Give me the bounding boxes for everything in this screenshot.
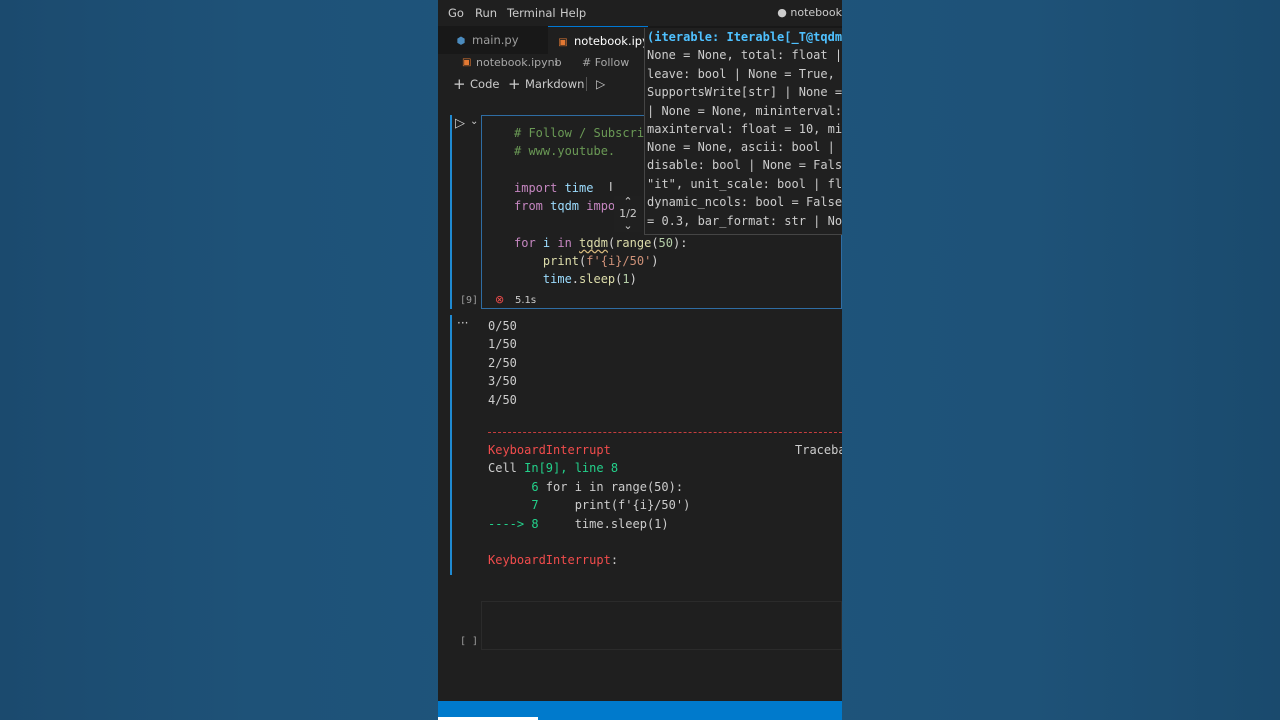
python-icon: ⬢ [456,36,466,47]
add-markdown-button[interactable]: Markdown [525,72,584,96]
cell-focus-bar [450,115,452,309]
signature-line: (iterable: Iterable[_T@tqdm [647,30,842,44]
code-line-1: # Follow / Subscribe [514,126,659,140]
code-line-2: # www.youtube. [514,144,616,158]
signature-line: leave: bool | None = True, [647,67,835,81]
output-line: 0/50 [488,319,517,333]
breadcrumb-file[interactable]: notebook.ipynb [476,54,562,72]
error-status-icon: ⊗ [495,293,505,306]
signature-line: dynamic_ncols: bool = False [647,195,842,209]
signature-line: disable: bool | None = Fals [647,158,842,172]
signature-line: SupportsWrite[str] | None = [647,85,842,99]
code-line-7: time.sleep(1) [514,272,637,286]
vscode-window: Go Run Terminal Help ● notebook ⬢ main.py… [438,0,842,720]
menu-terminal[interactable]: Terminal [507,6,556,20]
run-cell-icon[interactable]: ▷ [455,116,465,131]
toolbar-divider [586,77,587,91]
output-line: 2/50 [488,356,517,370]
code-line-6: print(f'{i}/50') [514,254,659,268]
traceback-line: 6 for i in range(50): [488,480,684,494]
signature-line: "it", unit_scale: bool | fl [647,177,842,191]
more-actions-icon[interactable]: ··· [457,316,468,330]
output-line: 1/50 [488,337,517,351]
code-line-5: for i in tqdm(range(50): [514,236,688,250]
final-error: KeyboardInterrupt: [488,553,619,567]
code-line-4: from tqdm impo [514,199,616,213]
menu-go[interactable]: Go [448,6,464,20]
tab-main-py[interactable]: ⬢ main.py [446,26,546,54]
empty-code-cell[interactable] [481,601,842,650]
traceback-separator [488,432,842,433]
menu-help[interactable]: Help [560,6,586,20]
chevron-right-icon: › [554,56,559,69]
text-cursor-icon: I [609,180,613,194]
traceback-label: Traceback [795,443,842,457]
signature-line: None = None, ascii: bool | [647,140,835,154]
run-all-icon[interactable]: ▷ [596,72,605,96]
traceback-line: 7 print(f'{i}/50') [488,498,691,512]
output-focus-bar [450,315,452,575]
plus-icon: + [453,75,466,93]
traceback-line-current: ----> 8 time.sleep(1) [488,517,669,531]
menu-run[interactable]: Run [475,6,497,20]
signature-overload-nav: ⌃ 1/2 ⌄ [614,196,642,232]
menu-bar: Go Run Terminal Help ● notebook [438,0,842,26]
notebook-icon: ▣ [462,57,472,68]
output-line: 4/50 [488,393,517,407]
window-title: ● notebook [777,6,842,19]
execution-duration: 5.1s [515,295,537,306]
signature-help-popup: (iterable: Iterable[_T@tqdm None = None,… [644,28,842,235]
error-name: KeyboardInterrupt [488,443,611,457]
code-line-3: import time [514,181,594,195]
signature-line: None = None, total: float | [647,48,842,62]
chevron-down-icon[interactable]: ⌄ [614,220,642,232]
status-bar [438,701,842,720]
add-code-button[interactable]: Code [470,72,499,96]
notebook-icon: ▣ [558,37,568,48]
empty-execution-count: [ ] [460,636,479,647]
tab-label: notebook.ipynb [574,34,648,48]
tab-label: main.py [472,33,519,47]
signature-line: | None = None, mininterval: [647,104,842,118]
plus-icon: + [508,75,521,93]
tab-notebook[interactable]: ▣ notebook.ipynb [548,26,648,55]
chevron-down-icon[interactable]: ⌄ [470,116,478,127]
breadcrumb-section[interactable]: # Follow [582,54,629,72]
traceback-cell-ref: Cell In[9], line 8 [488,461,619,475]
signature-line: = 0.3, bar_format: str | No [647,214,842,228]
signature-line: maxinterval: float = 10, mi [647,122,842,136]
output-line: 3/50 [488,374,517,388]
execution-count: [9] [460,295,479,306]
